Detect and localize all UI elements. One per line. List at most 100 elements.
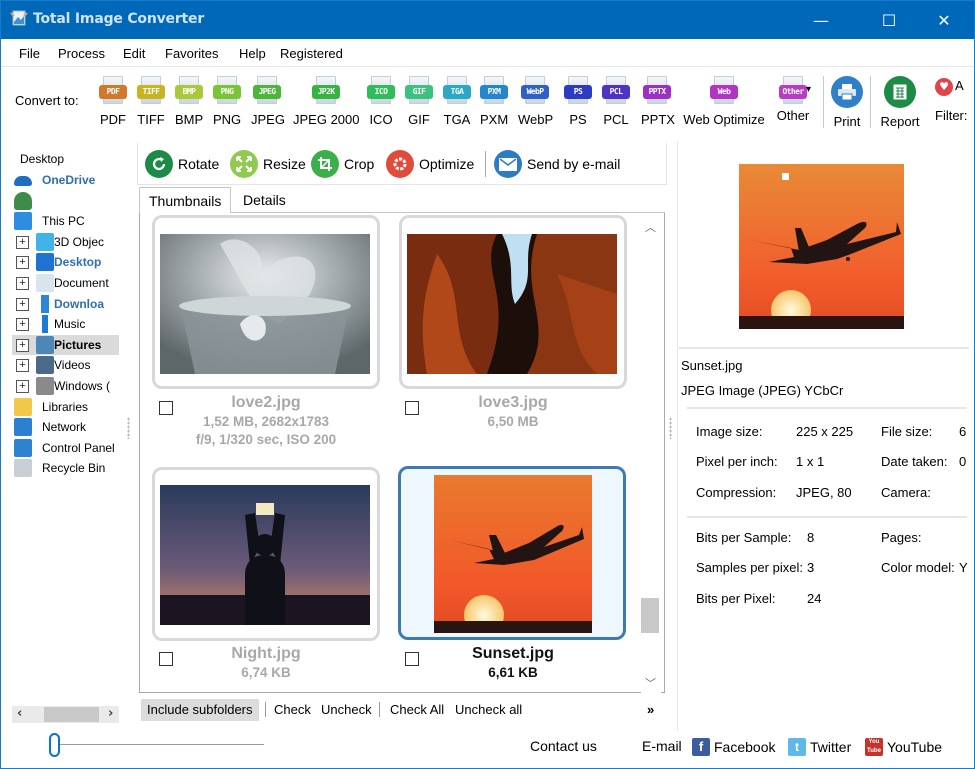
menu-edit[interactable]: Edit bbox=[123, 46, 145, 61]
dropdown-arrow-icon[interactable]: ▾ bbox=[806, 84, 811, 95]
scroll-up-icon[interactable]: ︿ bbox=[645, 219, 656, 235]
tree-item-3d-objec[interactable]: +3D Objec bbox=[12, 232, 119, 252]
filter-control[interactable]: ♥ A Filter: bbox=[935, 76, 975, 123]
check-link[interactable]: Check bbox=[268, 699, 317, 721]
file-info: 6,61 KB bbox=[488, 665, 538, 680]
convert-other-button[interactable]: Other Other ▾ bbox=[775, 76, 811, 123]
scroll-thumb[interactable] bbox=[44, 707, 99, 722]
scroll-down-icon[interactable]: ﹀ bbox=[645, 675, 656, 691]
convert-tga-button[interactable]: TGA TGA bbox=[443, 76, 471, 127]
email-link[interactable]: E-mail bbox=[642, 738, 682, 754]
convert-gif-button[interactable]: GIF GIF bbox=[405, 76, 433, 127]
tree-item-videos[interactable]: + Videos bbox=[12, 355, 119, 375]
tree-item-pictures[interactable]: + Pictures bbox=[12, 334, 119, 355]
expand-icon[interactable]: + bbox=[16, 338, 29, 352]
tree-item-control-panel[interactable]: Control Panel bbox=[1, 438, 121, 458]
tree-item-recycle-bin[interactable]: Recycle Bin bbox=[1, 458, 121, 478]
tree-item-desktop[interactable]: + Desktop bbox=[12, 252, 119, 272]
thumbnail-card[interactable] bbox=[152, 215, 380, 389]
convert-pdf-button[interactable]: PDF PDF bbox=[99, 76, 127, 127]
uncheck-link[interactable]: Uncheck bbox=[315, 699, 378, 721]
maximize-button[interactable]: ☐ bbox=[866, 1, 912, 39]
separator bbox=[265, 702, 266, 717]
rotate-button[interactable]: Rotate bbox=[145, 149, 219, 179]
convert-jpeg-2000-button[interactable]: JP2K JPEG 2000 bbox=[293, 76, 360, 127]
tree-item-music[interactable]: + Music bbox=[12, 314, 119, 334]
convert-png-button[interactable]: PNG PNG bbox=[213, 76, 241, 127]
expand-icon[interactable]: + bbox=[16, 277, 29, 290]
menu-process[interactable]: Process bbox=[58, 46, 105, 61]
tree-horizontal-scrollbar[interactable]: ‹ › bbox=[12, 706, 119, 723]
tree-item-label: Windows ( bbox=[54, 379, 111, 393]
tree-item-libraries[interactable]: Libraries bbox=[1, 397, 121, 417]
scroll-right-icon[interactable]: › bbox=[108, 706, 113, 721]
include-subfolders-toggle[interactable]: Include subfolders bbox=[141, 699, 259, 721]
tree-item-label: Document bbox=[54, 276, 109, 290]
resize-button[interactable]: Resize bbox=[230, 149, 306, 179]
thumbnail-size-slider-track[interactable] bbox=[59, 744, 264, 745]
left-splitter[interactable] bbox=[127, 417, 130, 439]
tree-item-label: Control Panel bbox=[42, 440, 115, 455]
tree-item-onedrive[interactable]: OneDrive bbox=[1, 170, 121, 190]
expand-icon[interactable]: + bbox=[16, 380, 29, 393]
thumbnail-card-selected[interactable] bbox=[398, 466, 626, 640]
convert-pcl-button[interactable]: PCL PCL bbox=[602, 76, 630, 127]
tree-item-windows[interactable]: + Windows ( bbox=[12, 376, 119, 396]
thumbnail-card[interactable] bbox=[399, 215, 627, 389]
tga-file-icon: TGA bbox=[443, 76, 471, 106]
convert-webp-button[interactable]: WebP WebP bbox=[518, 76, 553, 127]
facebook-link[interactable]: f Facebook bbox=[692, 738, 775, 756]
send-email-button[interactable]: Send by e-mail bbox=[494, 149, 620, 179]
tree-item-this-pc[interactable]: This PC bbox=[1, 211, 121, 231]
print-button[interactable]: Print bbox=[829, 76, 865, 129]
thumbnail-vertical-scrollbar[interactable]: ︿ ﹀ bbox=[641, 213, 661, 693]
info-label: Bits per Sample: bbox=[696, 530, 792, 545]
crop-button[interactable]: Crop bbox=[311, 149, 374, 179]
convert-ico-button[interactable]: ICO ICO bbox=[367, 76, 395, 127]
menu-help[interactable]: Help bbox=[239, 46, 266, 61]
facebook-icon: f bbox=[692, 738, 710, 756]
expand-icon[interactable]: + bbox=[16, 318, 29, 332]
check-all-link[interactable]: Check All bbox=[384, 699, 450, 721]
youtube-link[interactable]: You Tube YouTube bbox=[865, 738, 942, 756]
info-label: Image size: bbox=[696, 424, 763, 439]
minimize-button[interactable]: — bbox=[798, 1, 844, 39]
scroll-left-icon[interactable]: ‹ bbox=[17, 706, 22, 721]
info-filename: Sunset.jpg bbox=[681, 358, 743, 373]
right-splitter[interactable] bbox=[669, 417, 672, 439]
info-value: 225 x 225 bbox=[796, 424, 854, 439]
report-button[interactable]: Report bbox=[877, 76, 923, 129]
menu-registered[interactable]: Registered bbox=[280, 46, 343, 61]
expand-icon[interactable]: + bbox=[16, 235, 29, 249]
more-options-button[interactable]: » bbox=[641, 699, 660, 721]
format-badge: JPEG bbox=[253, 85, 281, 99]
tree-item-document[interactable]: + Document bbox=[12, 273, 119, 293]
format-badge: BMP bbox=[175, 85, 203, 99]
tree-item-network[interactable]: Network bbox=[1, 417, 121, 437]
menu-file[interactable]: File bbox=[19, 46, 40, 61]
convert-bmp-button[interactable]: BMP BMP bbox=[175, 76, 203, 127]
contact-us-link[interactable]: Contact us bbox=[530, 738, 597, 754]
tree-item-user[interactable] bbox=[1, 191, 121, 211]
uncheck-all-link[interactable]: Uncheck all bbox=[449, 699, 528, 721]
expand-icon[interactable]: + bbox=[16, 359, 29, 373]
close-button[interactable]: ✕ bbox=[921, 1, 967, 39]
menu-favorites[interactable]: Favorites bbox=[165, 46, 218, 61]
scroll-thumb[interactable] bbox=[641, 598, 659, 633]
twitter-link[interactable]: t Twitter bbox=[788, 738, 851, 756]
convert-tiff-button[interactable]: TIFF TIFF bbox=[137, 76, 165, 127]
convert-pptx-button[interactable]: PPTX PPTX bbox=[641, 76, 675, 127]
tree-root[interactable]: Desktop bbox=[1, 149, 121, 169]
tab-thumbnails[interactable]: Thumbnails bbox=[139, 187, 232, 214]
convert-pxm-button[interactable]: PXM PXM bbox=[480, 76, 508, 127]
expand-icon[interactable]: + bbox=[16, 256, 29, 270]
optimize-button[interactable]: Optimize bbox=[386, 149, 474, 179]
thumbnail-size-slider-handle[interactable] bbox=[49, 733, 60, 757]
thumbnail-card[interactable] bbox=[152, 467, 380, 641]
tab-details[interactable]: Details bbox=[234, 187, 295, 213]
convert-ps-button[interactable]: PS PS bbox=[564, 76, 592, 127]
tree-item-downloa[interactable]: + Downloa bbox=[12, 294, 119, 314]
convert-jpeg-button[interactable]: JPEG JPEG bbox=[251, 76, 285, 127]
convert-web-optimize-button[interactable]: Web Web Optimize bbox=[683, 76, 765, 127]
expand-icon[interactable]: + bbox=[16, 297, 29, 311]
